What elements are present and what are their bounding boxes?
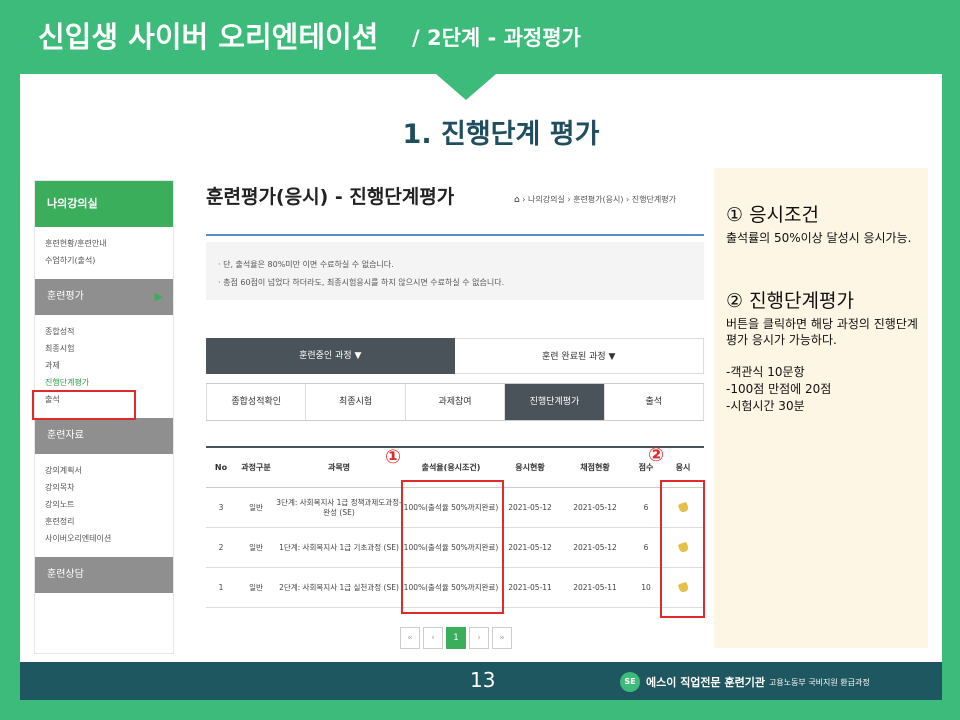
td-score: 6 xyxy=(643,502,649,512)
info-text-condition: 출석률의 50%이상 달성시 응시가능. xyxy=(726,231,912,245)
slide-main-title: 신입생 사이버 오리엔테이션 xyxy=(38,20,379,54)
sidebar-item-syllabus[interactable]: 강의계획서 xyxy=(45,462,173,479)
info-panel: ① 응시조건 출석률의 50%이상 달성시 응시가능. ② 진행단계평가 버튼을… xyxy=(714,168,928,648)
td-exam-status: 2021-05-12 xyxy=(508,542,552,552)
td-exam-status: 2021-05-11 xyxy=(508,582,552,592)
sidebar-item-overall-grade[interactable]: 종합성적 xyxy=(45,323,173,340)
th-no: No xyxy=(214,462,228,472)
slide-sub-title: / 2단계 - 과정평가 xyxy=(412,26,581,50)
sidebar-item-orientation[interactable]: 사이버오리엔테이션 xyxy=(45,530,173,547)
page-first-button[interactable]: « xyxy=(400,627,420,649)
td-subject: 3단계: 사회복지사 1급 정책과제도과정-완성 (SE) xyxy=(276,497,402,517)
notice-line: · 단, 출석율은 80%미만 이면 수료하실 수 없습니다. xyxy=(218,260,394,269)
org-logo-icon: SE xyxy=(620,672,640,692)
tab-completed-course[interactable]: 훈련 완료된 과정 ▼ xyxy=(454,338,704,374)
tab-attendance[interactable]: 출석 xyxy=(605,384,705,420)
sidebar-group-label: 훈련자료 xyxy=(47,430,84,441)
page-last-button[interactable]: » xyxy=(492,627,512,649)
marker-one: ① xyxy=(385,446,402,468)
td-no: 2 xyxy=(218,542,224,552)
notice-line: · 총점 60점이 넘었다 하더라도, 최종시험응시를 하지 않으시면 수료하실… xyxy=(218,278,505,287)
breadcrumb: ⌂ › 나의강의실 › 훈련평가(응시) › 진행단계평가 xyxy=(514,194,676,205)
tab-final-exam[interactable]: 최종시험 xyxy=(306,384,406,420)
sidebar-item-contents[interactable]: 강의목차 xyxy=(45,479,173,496)
th-exam-status: 응시현황 xyxy=(515,462,545,472)
info-text-progress: 버튼을 클릭하면 해당 과정의 진행단계평가 응시가 가능하다. xyxy=(726,317,918,347)
slide-footer: 13 SE 에스이 직업전문 훈련기관 고용노동부 국비지원 환급과정 xyxy=(20,662,942,700)
org-subtitle: 고용노동부 국비지원 환급과정 xyxy=(768,677,870,687)
org-name: 에스이 직업전문 훈련기관 xyxy=(646,676,765,689)
sidebar-item-attend-class[interactable]: 수업하기(출석) xyxy=(45,252,173,269)
td-exam-status: 2021-05-12 xyxy=(508,502,552,512)
title-divider xyxy=(206,234,704,236)
td-subject: 1단계: 사회복지사 1급 기초과정 (SE) xyxy=(279,542,399,552)
tab-progress-eval[interactable]: 진행단계평가 xyxy=(505,384,605,420)
sidebar-head: 나의강의실 xyxy=(35,181,173,227)
td-type: 일반 xyxy=(249,542,263,552)
td-grade-status: 2021-05-12 xyxy=(573,502,617,512)
sidebar-group-label: 훈련평가 xyxy=(47,291,84,302)
th-grade-status: 채점현황 xyxy=(580,462,610,472)
breadcrumb-path: › 나의강의실 › 훈련평가(응시) › 진행단계평가 xyxy=(522,195,676,204)
td-no: 3 xyxy=(218,502,224,512)
org-branding: SE 에스이 직업전문 훈련기관 고용노동부 국비지원 환급과정 xyxy=(620,672,870,692)
td-score: 6 xyxy=(643,542,649,552)
tab-overall-grade[interactable]: 종합성적확인 xyxy=(206,384,307,420)
slide-header: 신입생 사이버 오리엔테이션 / 2단계 - 과정평가 xyxy=(0,0,960,72)
section-title: 1. 진행단계 평가 xyxy=(402,119,600,150)
td-grade-status: 2021-05-11 xyxy=(573,582,617,592)
td-no: 1 xyxy=(218,582,224,592)
info-list-item: -시험시간 30분 xyxy=(726,399,805,413)
sidebar-group-materials[interactable]: 훈련자료 xyxy=(35,418,173,454)
sidebar-group-label: 훈련상담 xyxy=(47,569,84,580)
sidebar-list-1: 훈련현황/훈련안내 수업하기(출석) xyxy=(35,227,173,279)
page-1-button[interactable]: 1 xyxy=(446,627,466,649)
td-grade-status: 2021-05-12 xyxy=(573,542,617,552)
info-list-item: -100점 만점에 20점 xyxy=(726,382,832,396)
sidebar-item-notes[interactable]: 강의노트 xyxy=(45,496,173,513)
page-next-button[interactable]: › xyxy=(469,627,489,649)
td-type: 일반 xyxy=(249,582,263,592)
th-subject: 과목명 xyxy=(327,462,351,472)
th-type: 과정구분 xyxy=(241,462,271,472)
tab-assignment[interactable]: 과제참여 xyxy=(406,384,506,420)
td-subject: 2단계: 사회복지사 1급 실천과정 (SE) xyxy=(279,582,399,592)
header-notch xyxy=(436,74,496,100)
sidebar-item-final-exam[interactable]: 최종시험 xyxy=(45,340,173,357)
sidebar-group-evaluation[interactable]: 훈련평가 ▶ xyxy=(35,279,173,315)
sidebar-item-progress-eval[interactable]: 진행단계평가 xyxy=(45,374,173,391)
sidebar-item-assignment[interactable]: 과제 xyxy=(45,357,173,374)
sub-tabs: 종합성적확인 최종시험 과제참여 진행단계평가 출석 xyxy=(206,383,705,421)
content-title: 훈련평가(응시) - 진행단계평가 xyxy=(206,186,455,208)
sidebar-item-training-status[interactable]: 훈련현황/훈련안내 xyxy=(45,235,173,252)
pagination: « ‹ 1 › » xyxy=(400,627,515,649)
home-icon[interactable]: ⌂ xyxy=(514,195,520,205)
course-tabs: 훈련중인 과정 ▼ 훈련 완료된 과정 ▼ xyxy=(206,338,704,374)
tab-ongoing-course[interactable]: 훈련중인 과정 ▼ xyxy=(206,338,455,374)
page-number: 13 xyxy=(470,668,496,692)
sidebar-group-counsel[interactable]: 훈련상담 xyxy=(35,557,173,593)
info-list-item: -객관식 10문항 xyxy=(726,365,805,379)
chevron-right-icon: ▶ xyxy=(154,290,163,303)
td-type: 일반 xyxy=(249,502,263,512)
highlight-box-take xyxy=(660,480,705,618)
info-heading-condition: ① 응시조건 xyxy=(726,204,819,226)
info-heading-progress: ② 진행단계평가 xyxy=(726,290,854,312)
highlight-box-attendance xyxy=(401,480,504,614)
sidebar-item-summary[interactable]: 훈련정리 xyxy=(45,513,173,530)
highlight-box-sidebar xyxy=(32,390,136,420)
sidebar-list-3: 강의계획서 강의목차 강의노트 훈련정리 사이버오리엔테이션 xyxy=(35,454,173,557)
marker-two: ② xyxy=(648,444,665,466)
page-prev-button[interactable]: ‹ xyxy=(423,627,443,649)
td-score: 10 xyxy=(641,582,651,592)
notice-box: · 단, 출석율은 80%미만 이면 수료하실 수 없습니다. · 총점 60점… xyxy=(206,242,704,300)
